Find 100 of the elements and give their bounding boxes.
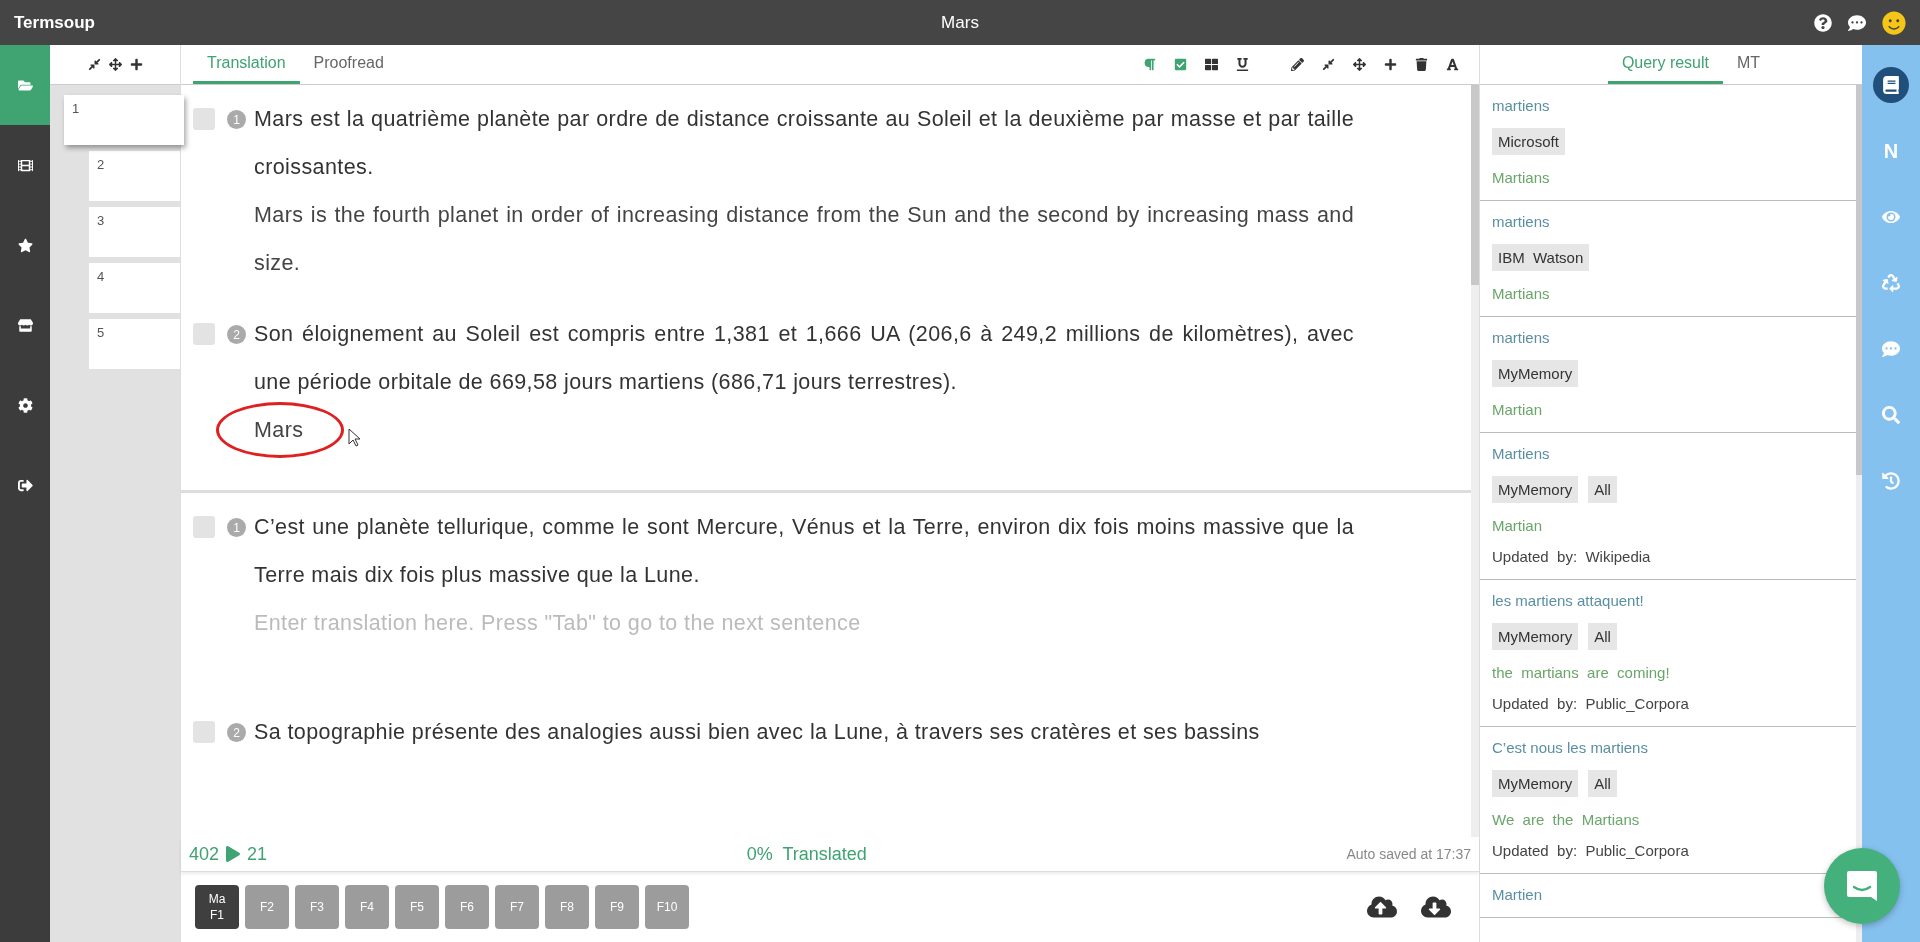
exit-icon [17, 477, 33, 493]
chat-bubble-icon [1845, 869, 1879, 903]
result-source: martiens [1492, 97, 1551, 114]
page-thumbnail[interactable]: 4 [89, 263, 180, 313]
result-target[interactable]: Martian [1492, 517, 1844, 534]
film-icon [17, 157, 33, 173]
result-source: Martien [1492, 886, 1544, 903]
segment-checkbox[interactable] [193, 516, 215, 538]
book-icon [1882, 76, 1900, 94]
store-icon [17, 317, 33, 333]
segment-number: 1 [227, 518, 246, 537]
editor-tab[interactable]: Translation [193, 45, 300, 84]
result-source: Martiens [1492, 445, 1551, 462]
result-tag: MyMemory [1492, 476, 1579, 503]
window-title: Mars [941, 12, 979, 33]
underline-icon[interactable] [1236, 58, 1249, 71]
side-tool-button[interactable] [1873, 67, 1909, 103]
page-thumbnail[interactable]: 3 [89, 207, 180, 257]
result-source: martiens [1492, 213, 1551, 230]
segment-checkbox[interactable] [193, 108, 215, 130]
function-key[interactable]: F10 [645, 885, 689, 929]
result-tag: MyMemory [1492, 360, 1579, 387]
function-key[interactable]: F3 [295, 885, 339, 929]
result-tag: All [1588, 770, 1617, 797]
result-tag: All [1588, 623, 1617, 650]
recycle-icon [1882, 274, 1900, 292]
paragraph-icon[interactable] [1143, 58, 1156, 71]
result-target[interactable]: We are the Martians [1492, 811, 1844, 828]
page-thumbnail[interactable]: 5 [89, 319, 180, 369]
font-icon[interactable] [1446, 58, 1459, 71]
chat-launcher-button[interactable] [1824, 848, 1900, 924]
result-source: C’est nous les martiens [1492, 739, 1649, 756]
result-tag: MyMemory [1492, 770, 1579, 797]
progress-text: 0% Translated [746, 843, 867, 865]
result-source: martiens [1492, 329, 1551, 346]
result-tag: IBM Watson [1492, 244, 1590, 271]
star-icon [17, 237, 33, 253]
chat-icon[interactable] [1848, 13, 1866, 32]
smiley-icon[interactable] [1882, 10, 1906, 35]
autosave-text: Auto saved at 17:37 [1346, 846, 1471, 862]
play-icon[interactable] [225, 846, 242, 862]
result-target[interactable]: Martians [1492, 285, 1844, 302]
source-sentence: Mars est la quatrième planète par ordre de distance croissante au Soleil et la deuxième par masse et par taille croissantes. [254, 106, 1354, 181]
function-key[interactable]: F2 [245, 885, 289, 929]
function-key[interactable]: F8 [545, 885, 589, 929]
editor-tab[interactable]: Proofread [299, 45, 398, 84]
trash-icon[interactable] [1415, 58, 1428, 71]
comment-icon [1882, 340, 1900, 358]
source-sentence: Sa topographie présente des analogies aussi bien avec la Lune, à travers ses cratères et ses bassins [254, 719, 1261, 746]
segment-number: 2 [227, 325, 246, 344]
source-sentence: C’est une planète tellurique, comme le sont Mercure, Vénus et la Terre, environ dix fois moins massive que la Terre mais dix fois plus massive que la Lune. [254, 514, 1354, 589]
plus-icon[interactable] [1384, 58, 1397, 71]
segment-number: 2 [227, 723, 246, 742]
function-key[interactable]: F7 [495, 885, 539, 929]
scrollbar-thumb[interactable] [1471, 85, 1479, 285]
history-icon [1882, 472, 1900, 490]
function-key[interactable]: Ma F1 [195, 885, 239, 929]
segment-checkbox[interactable] [193, 323, 215, 345]
function-key[interactable]: F9 [595, 885, 639, 929]
scrollbar-thumb[interactable] [1856, 85, 1862, 475]
eye-icon [1882, 208, 1900, 226]
query-tab[interactable]: Query result [1607, 45, 1723, 84]
result-target[interactable]: Martian [1492, 401, 1844, 418]
result-source: les martiens attaquent! [1492, 592, 1645, 609]
result-tag: Microsoft [1492, 128, 1565, 155]
compress-icon[interactable] [87, 58, 101, 71]
function-key[interactable]: F5 [395, 885, 439, 929]
segment-number: 1 [227, 110, 246, 129]
search-icon [1882, 406, 1900, 424]
result-tag: All [1588, 476, 1617, 503]
updated-by-text: Updated by: Public_Corpora [1492, 695, 1690, 712]
compress-icon[interactable] [1322, 58, 1335, 71]
target-sentence[interactable]: Mars is the fourth planet in order of increasing distance from the Sun and the second by increasing mass and size. [254, 191, 1354, 287]
translation-placeholder[interactable]: Enter translation here. Press "Tab" to go to the next sentence [254, 599, 1354, 647]
updated-by-text: Updated by: Wikipedia [1492, 548, 1652, 565]
pencil-icon[interactable] [1291, 58, 1304, 71]
help-icon[interactable] [1814, 13, 1832, 32]
letter-button[interactable]: N [1873, 133, 1909, 169]
target-sentence[interactable]: Mars [254, 406, 304, 454]
move-icon[interactable] [108, 58, 122, 71]
move-icon[interactable] [1353, 58, 1366, 71]
function-key[interactable]: F6 [445, 885, 489, 929]
function-key[interactable]: F4 [345, 885, 389, 929]
app-name: Termsoup [14, 12, 95, 33]
segment-count: 21 [247, 843, 268, 865]
result-target[interactable]: Martians [1492, 169, 1844, 186]
mouse-cursor-icon [348, 428, 360, 447]
word-count: 402 [189, 843, 220, 865]
checkbox-icon[interactable] [1174, 58, 1187, 71]
updated-by-text: Updated by: Public_Corpora [1492, 842, 1690, 859]
page-thumbnail[interactable]: 2 [89, 151, 180, 201]
result-target[interactable]: the martians are coming! [1492, 664, 1844, 681]
page-thumbnail[interactable]: 1 [64, 95, 184, 145]
settings-icon [17, 397, 33, 413]
segment-checkbox[interactable] [193, 721, 215, 743]
query-tab[interactable]: MT [1723, 45, 1775, 84]
source-sentence: Son éloignement au Soleil est compris entre 1,381 et 1,666 UA (206,6 à 249,2 millions de kilomètres), avec une période orbitale de 669,58 jours martiens (686,71 jours terrestres). [254, 321, 1354, 396]
grid-icon[interactable] [1205, 58, 1218, 71]
plus-icon[interactable] [129, 58, 143, 71]
result-tag: MyMemory [1492, 623, 1579, 650]
